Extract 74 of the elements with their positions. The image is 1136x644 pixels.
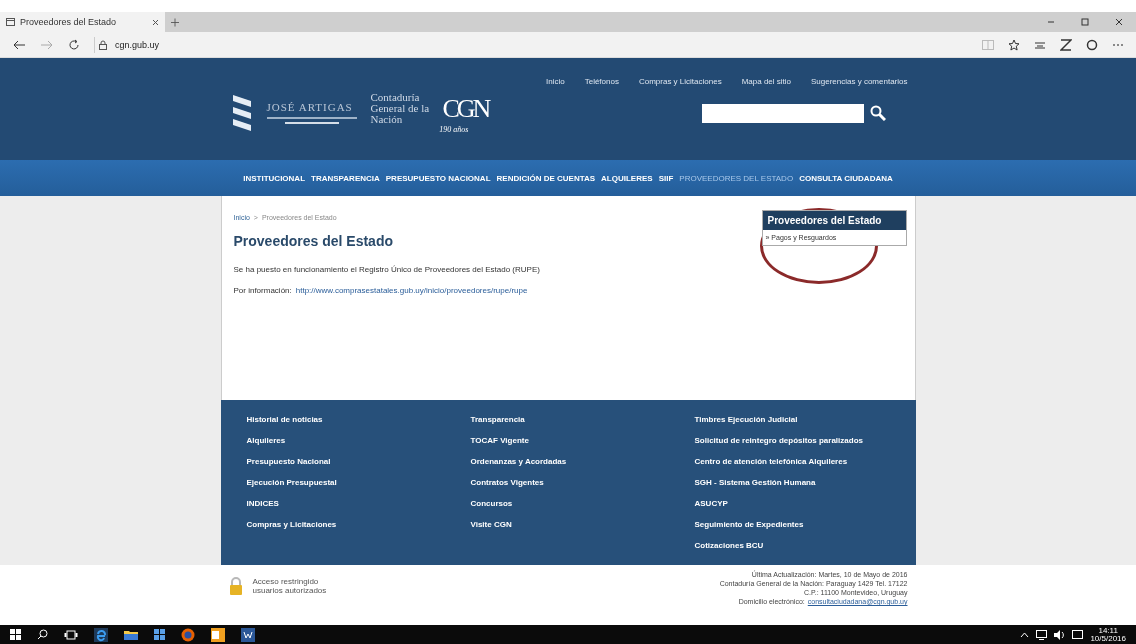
- footer-link[interactable]: Ejecución Presupuestal: [246, 477, 471, 488]
- footer-link[interactable]: Seguimiento de Expedientes: [694, 519, 916, 530]
- sidebar-title: Proveedores del Estado: [762, 211, 906, 230]
- nav-link[interactable]: ALQUILERES: [601, 173, 653, 183]
- institution-name: Contaduría General de la Nación: [370, 92, 431, 125]
- footer-link[interactable]: TOCAF Vigente: [470, 435, 695, 446]
- nav-link[interactable]: RENDICIÓN DE CUENTAS: [496, 173, 596, 183]
- nav-link[interactable]: PROVEEDORES DEL ESTADO: [679, 173, 794, 183]
- lock-icon: [99, 39, 107, 50]
- lines-icon[interactable]: [1034, 39, 1046, 50]
- plus-icon: [171, 17, 179, 27]
- close-icon[interactable]: [152, 18, 159, 26]
- windows-start-icon[interactable]: [10, 629, 21, 640]
- folder-icon[interactable]: [124, 629, 138, 640]
- back-arrow-icon[interactable]: [12, 39, 26, 50]
- clock-time: 14:11: [1098, 626, 1118, 635]
- footer-link[interactable]: INDICES: [246, 498, 471, 509]
- footer-link[interactable]: Cotizaciones BCU: [694, 540, 916, 551]
- restore-icon[interactable]: [1080, 17, 1090, 27]
- outlook-icon[interactable]: [211, 627, 225, 642]
- logo-title: JOSÉ ARTIGAS: [266, 100, 354, 113]
- more-icon[interactable]: [1112, 42, 1124, 47]
- search-icon[interactable]: [37, 629, 48, 640]
- header-link[interactable]: Mapa del sitio: [741, 77, 791, 86]
- restricted-text: Acceso restringido: [252, 577, 320, 586]
- footer-link[interactable]: Timbres Ejecución Judicial: [694, 414, 916, 425]
- header-link[interactable]: Compras y Licitaciones: [638, 77, 722, 86]
- footer-link[interactable]: Historial de noticias: [246, 414, 471, 425]
- address-url[interactable]: cgn.gub.uy: [115, 39, 160, 50]
- star-icon[interactable]: [1008, 38, 1020, 51]
- nav-link[interactable]: INSTITUCIONAL: [243, 173, 306, 183]
- nav-link[interactable]: CONSULTA CIUDADANA: [799, 173, 893, 183]
- browser-tab[interactable]: Proveedores del Estado: [0, 12, 165, 32]
- close-icon[interactable]: [1114, 17, 1124, 27]
- nav-link[interactable]: PRESUPUESTO NACIONAL: [385, 173, 491, 183]
- header-link[interactable]: Teléfonos: [584, 77, 619, 86]
- footer-link[interactable]: Presupuesto Nacional: [246, 456, 471, 467]
- anniversary-label: 190 años: [439, 125, 469, 134]
- nav-link[interactable]: SIIF: [658, 173, 674, 183]
- search-field[interactable]: [701, 103, 864, 123]
- info-label: Por información:: [233, 286, 292, 295]
- restricted-text: usuarios autorizados: [252, 586, 327, 595]
- footer-link[interactable]: Concursos: [470, 498, 695, 509]
- nav-link[interactable]: TRANSPARENCIA: [311, 173, 380, 183]
- header-link[interactable]: Inicio: [546, 77, 565, 86]
- speaker-icon[interactable]: [1054, 629, 1066, 640]
- footer-link[interactable]: Ordenanzas y Acordadas: [470, 456, 695, 467]
- refresh-icon[interactable]: [68, 38, 80, 51]
- footer-link[interactable]: Contratos Vigentes: [470, 477, 695, 488]
- footer-link[interactable]: ASUCYP: [694, 498, 916, 509]
- word-icon[interactable]: [241, 627, 255, 642]
- ribbon-logo-icon: [230, 93, 253, 133]
- footer-link[interactable]: Solicitud de reintegro depósitos paralizados: [694, 435, 916, 446]
- info-link[interactable]: http://www.comprasestatales.gub.uy/inicio/proveedores/rupe/rupe: [295, 286, 528, 295]
- store-icon[interactable]: [154, 629, 165, 640]
- footer-link[interactable]: Visite CGN: [470, 519, 695, 530]
- footer-link[interactable]: Centro de atención telefónica Alquileres: [694, 456, 916, 467]
- logo-monogram: CGN: [442, 93, 489, 124]
- notification-icon[interactable]: [1072, 629, 1084, 640]
- footer-link[interactable]: Compras y Licitaciones: [246, 519, 471, 530]
- header-link[interactable]: Sugerencias y comentarios: [811, 77, 908, 86]
- chevron-up-icon[interactable]: [1020, 631, 1030, 638]
- search-icon[interactable]: [869, 105, 886, 121]
- network-icon[interactable]: [1036, 629, 1048, 640]
- footer-link[interactable]: SGH - Sistema Gestión Humana: [694, 477, 916, 488]
- footer-link[interactable]: Alquileres: [246, 435, 471, 446]
- browser-e-icon[interactable]: [94, 627, 108, 642]
- page-title: Proveedores del Estado: [233, 233, 394, 249]
- intro-text: Se ha puesto en funcionamiento el Registro Único de Proveedores del Estado (RUPE): [233, 265, 541, 274]
- page-icon: [6, 18, 15, 26]
- clock-date: 10/5/2016: [1090, 634, 1126, 643]
- firefox-icon[interactable]: [181, 627, 195, 642]
- footer-link[interactable]: Transparencia: [470, 414, 695, 425]
- task-view-icon[interactable]: [64, 629, 78, 640]
